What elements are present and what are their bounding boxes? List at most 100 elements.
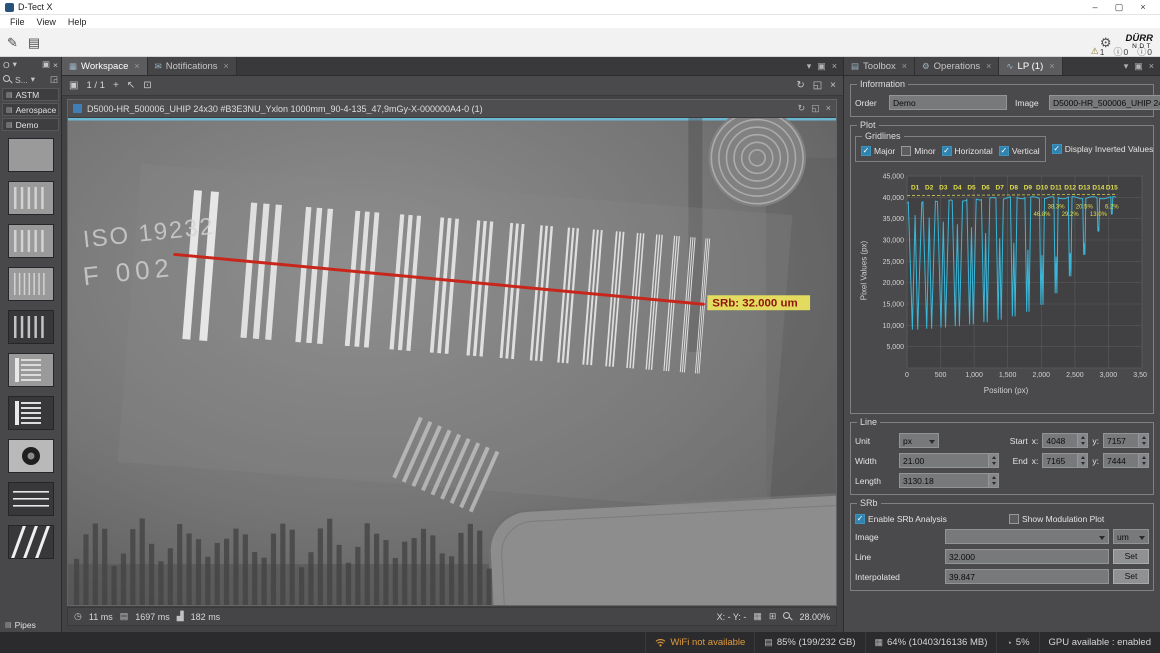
svg-text:40,000: 40,000 — [883, 195, 905, 202]
spinner-buttons[interactable] — [988, 474, 998, 487]
close-tab-icon[interactable]: × — [986, 61, 991, 71]
display-inverted-checkbox[interactable]: ✓Display Inverted Values — [1052, 144, 1154, 154]
tab-operations[interactable]: ⚙ Operations × — [915, 57, 999, 75]
width-field[interactable]: 21.00 — [899, 453, 999, 468]
image-viewer[interactable]: ISO 19232 F 002 SRb: 32.000 um — [68, 118, 836, 605]
thumbnail-lines-sm[interactable] — [8, 267, 54, 301]
maximize-view-icon[interactable]: ◱ — [811, 103, 820, 114]
pointer-tool-icon[interactable]: ↖ — [127, 81, 135, 91]
thumbnail-lines[interactable] — [8, 181, 54, 215]
srb-line-set-button[interactable]: Set — [1113, 549, 1149, 564]
close-tab-icon[interactable]: × — [134, 61, 139, 71]
image-select[interactable]: D5000-HR_500006_UHIP 24x30 #B — [1049, 95, 1160, 110]
enable-srb-checkbox[interactable]: ✓Enable SRb Analysis — [855, 514, 1005, 524]
tab-notifications[interactable]: ✉ Notifications × — [148, 57, 237, 75]
chevron-down-icon[interactable]: ▾ — [13, 59, 17, 70]
spinner-buttons[interactable] — [1138, 454, 1148, 467]
maximize-button[interactable]: ▢ — [1107, 2, 1131, 13]
thumbnail-comb[interactable] — [8, 353, 54, 387]
length-field[interactable]: 3130.18 — [899, 473, 999, 488]
chevron-down-icon[interactable]: ▾ — [807, 61, 812, 72]
major-gridlines-checkbox[interactable]: ✓Major — [861, 146, 895, 156]
minor-gridlines-checkbox[interactable]: Minor — [901, 146, 935, 156]
close-tab-icon[interactable]: × — [902, 61, 907, 71]
tab-workspace[interactable]: ▦ Workspace × — [62, 57, 148, 75]
srb-line-field[interactable]: 32.000 — [945, 549, 1109, 564]
sidebar-item-astm[interactable]: ▤ASTM — [2, 88, 59, 101]
srb-interpolated-set-button[interactable]: Set — [1113, 569, 1149, 584]
image-window-titlebar[interactable]: D5000-HR_500006_UHIP 24x30 #B3E3NU_Yxlon… — [68, 100, 836, 118]
refresh-icon[interactable]: ↻ — [798, 103, 806, 114]
svg-text:15,000: 15,000 — [883, 302, 905, 309]
pin-icon[interactable]: ▣ — [1134, 61, 1143, 72]
sidebar-item-pipes[interactable]: ▤ Pipes — [0, 617, 61, 632]
thumbnail-stripes-dk[interactable] — [8, 482, 54, 516]
thumbnail-plain[interactable] — [8, 138, 54, 172]
vertical-gridlines-checkbox[interactable]: ✓Vertical — [999, 146, 1040, 156]
tab-lp[interactable]: ∿ LP (1) × — [999, 57, 1062, 75]
spinner-buttons[interactable] — [988, 454, 998, 467]
thumbnail-diag-dk[interactable] — [8, 525, 54, 559]
close-tab-icon[interactable]: × — [1049, 61, 1054, 71]
cpu-icon: ◔ — [1006, 638, 1011, 648]
search-label[interactable]: S... — [15, 75, 28, 85]
srb-image-select[interactable] — [945, 529, 1109, 544]
pin-icon[interactable]: ▣ — [42, 59, 50, 70]
maximize-view-icon[interactable]: ◱ — [813, 81, 822, 91]
chevron-down-icon[interactable]: ▾ — [31, 74, 35, 85]
thumbnail-lines-dk[interactable] — [8, 310, 54, 344]
select-rect-tool-icon[interactable]: ⊡ — [143, 81, 151, 91]
minimize-button[interactable]: – — [1083, 2, 1107, 12]
image-icon[interactable]: ▣ — [69, 81, 78, 91]
sidebar-item-aerospace[interactable]: ▤Aerospace — [2, 103, 59, 116]
close-icon[interactable]: × — [1149, 61, 1154, 71]
zoom-in-button[interactable]: + — [113, 81, 119, 91]
tab-toolbox[interactable]: ▤ Toolbox × — [844, 57, 915, 75]
report-icon[interactable]: ✎ — [7, 36, 18, 49]
svg-text:45,000: 45,000 — [883, 174, 905, 181]
start-y-field[interactable]: 7157 — [1103, 433, 1149, 448]
end-x-field[interactable]: 7165 — [1042, 453, 1088, 468]
close-icon[interactable]: × — [826, 103, 831, 114]
grid-overlay-icon[interactable]: ▦ — [753, 611, 762, 622]
thumbnail-disc[interactable] — [8, 439, 54, 473]
menu-view[interactable]: View — [31, 17, 62, 27]
thumbnail-lines[interactable] — [8, 224, 54, 258]
warning-icon[interactable]: ⚠1 — [1091, 46, 1105, 57]
chevron-down-icon[interactable]: ▾ — [1124, 61, 1129, 72]
export-image-icon[interactable]: ▤ — [28, 36, 40, 49]
disk-status: ▤85% (199/232 GB) — [754, 632, 864, 653]
menu-help[interactable]: Help — [62, 17, 93, 27]
horizontal-gridlines-checkbox[interactable]: ✓Horizontal — [942, 146, 993, 156]
menu-bar: File View Help — [0, 15, 1160, 28]
close-icon[interactable]: × — [830, 81, 836, 91]
unit-select[interactable]: px — [899, 433, 939, 448]
refresh-icon[interactable]: ↻ — [796, 81, 804, 91]
spinner-buttons[interactable] — [1077, 434, 1087, 447]
show-modulation-checkbox[interactable]: Show Modulation Plot — [1009, 514, 1104, 524]
srb-interpolated-field[interactable]: 39.847 — [945, 569, 1109, 584]
close-tab-icon[interactable]: × — [224, 61, 229, 71]
pin-icon[interactable]: ▣ — [817, 61, 826, 72]
spinner-buttons[interactable] — [1138, 434, 1148, 447]
thumbnail-comb-dk[interactable] — [8, 396, 54, 430]
xray-image[interactable]: ISO 19232 F 002 SRb: 32.000 um — [68, 118, 836, 605]
order-field[interactable]: Demo — [889, 95, 1007, 110]
srb-image-label: Image — [855, 532, 941, 542]
sidebar-item-demo[interactable]: ▤Demo — [2, 118, 59, 131]
wifi-status: WiFi not available — [645, 632, 754, 653]
line-profile-chart[interactable]: 5,00010,00015,00020,00025,00030,00035,00… — [865, 170, 1147, 386]
start-x-field[interactable]: 4048 — [1042, 433, 1088, 448]
zoom-level[interactable]: 28.00% — [799, 612, 830, 622]
menu-file[interactable]: File — [4, 17, 31, 27]
end-y-field[interactable]: 7444 — [1103, 453, 1149, 468]
spinner-buttons[interactable] — [1077, 454, 1087, 467]
close-button[interactable]: × — [1131, 2, 1155, 12]
expand-icon[interactable]: ◲ — [50, 74, 58, 85]
search-icon[interactable] — [3, 75, 12, 84]
srb-unit-select[interactable]: um — [1113, 529, 1149, 544]
zoom-icon[interactable] — [783, 612, 792, 621]
tile-view-icon[interactable]: ⊞ — [769, 611, 777, 622]
close-icon[interactable]: × — [832, 61, 837, 71]
close-icon[interactable]: × — [53, 60, 58, 70]
